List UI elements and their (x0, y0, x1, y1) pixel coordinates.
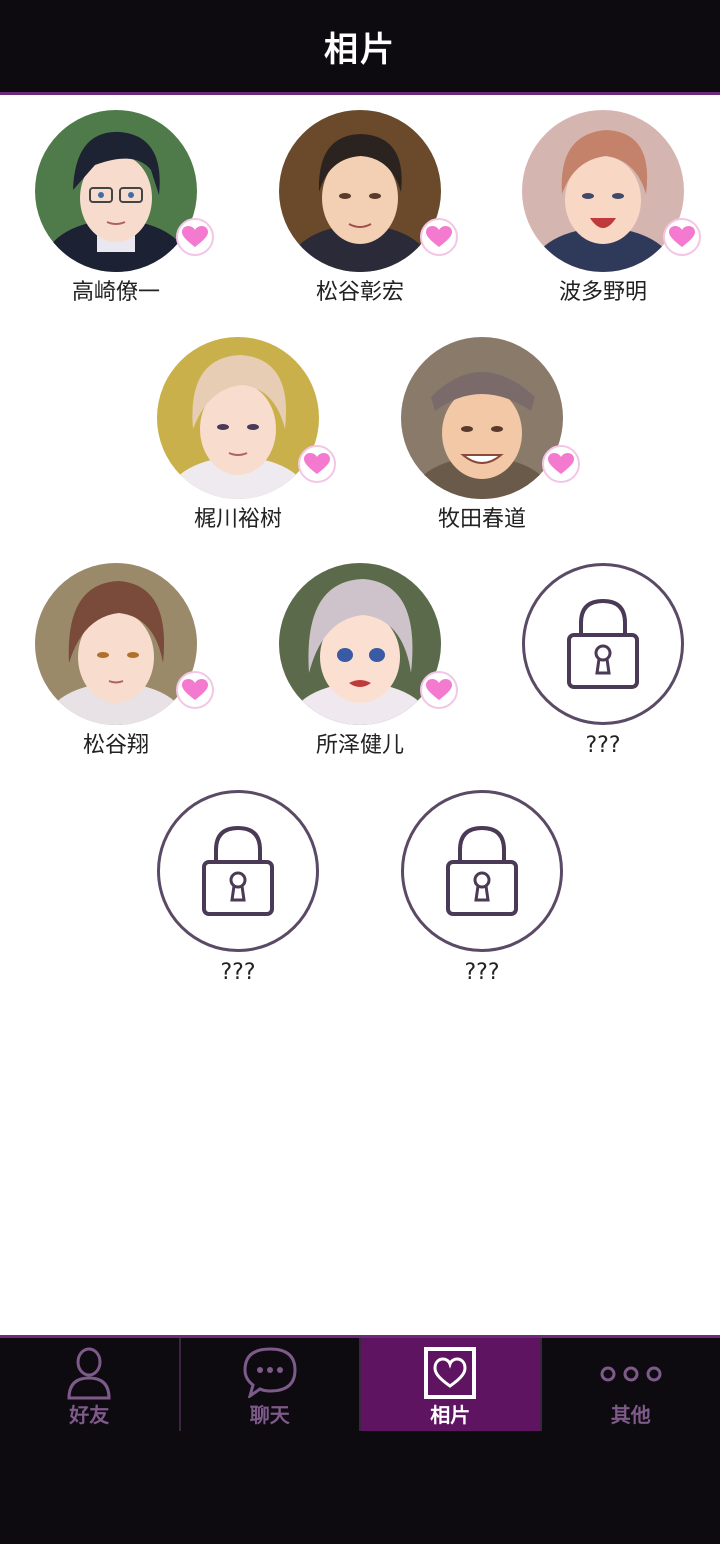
tab-more[interactable]: 其他 (542, 1338, 720, 1434)
lock-icon (567, 598, 639, 689)
tab-photos[interactable]: 相片 (361, 1338, 542, 1434)
tab-label: 其他 (610, 1403, 651, 1427)
tab-label: 相片 (430, 1403, 471, 1427)
avatar[interactable] (279, 110, 441, 272)
page-title: 相片 (324, 29, 396, 70)
contact-name: 梶川裕树 (193, 507, 282, 532)
locked-contact-card[interactable]: ??? (503, 548, 703, 758)
locked-avatar[interactable] (157, 790, 319, 952)
tab-label: 好友 (69, 1403, 110, 1427)
tab-friends[interactable]: 好友 (0, 1338, 181, 1434)
contact-name: 松谷彰宏 (315, 280, 404, 305)
photo-heart-icon (424, 1347, 477, 1399)
tab-label: 聊天 (249, 1403, 290, 1427)
favorite-heart-icon (542, 445, 580, 483)
lock-icon (202, 825, 274, 916)
favorite-heart-icon (298, 445, 336, 483)
tab-chat[interactable]: 聊天 (181, 1338, 361, 1434)
contact-card[interactable]: 牧田春道 (382, 322, 582, 532)
avatar[interactable] (157, 337, 319, 499)
contact-name: ??? (464, 960, 500, 985)
favorite-heart-icon (663, 218, 701, 256)
avatar[interactable] (401, 337, 563, 499)
person-icon (67, 1347, 111, 1400)
locked-avatar[interactable] (522, 563, 684, 725)
contact-card[interactable]: 梶川裕树 (138, 322, 338, 532)
avatar[interactable] (35, 110, 197, 272)
contact-card[interactable]: 松谷翔 (16, 548, 216, 758)
avatar[interactable] (279, 563, 441, 725)
more-dots-icon (600, 1366, 662, 1382)
contact-name: 牧田春道 (437, 507, 526, 532)
contact-name: 波多野明 (558, 280, 647, 305)
contact-card[interactable]: 所泽健儿 (260, 548, 460, 758)
lock-icon (446, 825, 518, 916)
contact-name: ??? (220, 960, 256, 985)
locked-contact-card[interactable]: ??? (138, 775, 338, 985)
contact-name: ??? (585, 733, 621, 758)
favorite-heart-icon (176, 218, 214, 256)
contact-card[interactable]: 高崎僚一 (16, 95, 216, 305)
contact-name: 松谷翔 (82, 733, 149, 758)
bottom-tab-bar: 好友 聊天 相片 其他 (0, 1335, 720, 1434)
bottom-safe-area (0, 1431, 720, 1544)
favorite-heart-icon (420, 671, 458, 709)
app-header: 相片 (0, 0, 720, 95)
locked-avatar[interactable] (401, 790, 563, 952)
contact-name: 高崎僚一 (71, 280, 160, 305)
favorite-heart-icon (176, 671, 214, 709)
favorite-heart-icon (420, 218, 458, 256)
avatar[interactable] (35, 563, 197, 725)
photo-grid: 高崎僚一 松谷彰宏 波多野明 梶川裕树 牧田春道 松谷翔 所泽健儿 ??? ??… (0, 95, 720, 1335)
contact-card[interactable]: 波多野明 (503, 95, 703, 305)
contact-name: 所泽健儿 (315, 733, 404, 758)
chat-bubble-icon (243, 1347, 297, 1398)
avatar[interactable] (522, 110, 684, 272)
contact-card[interactable]: 松谷彰宏 (260, 95, 460, 305)
locked-contact-card[interactable]: ??? (382, 775, 582, 985)
